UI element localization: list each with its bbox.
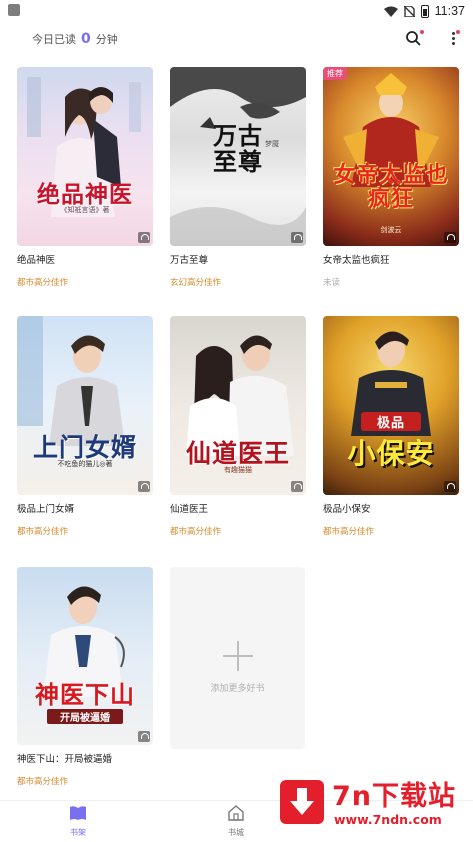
book-title: 女帝太监也疯狂	[323, 255, 390, 266]
wifi-icon	[383, 6, 398, 17]
clock: 11:37	[434, 4, 465, 18]
more-button[interactable]	[446, 30, 460, 48]
cover-author: 梦魇	[265, 140, 279, 148]
cover-art	[343, 73, 439, 187]
cover-author-top: 极品	[361, 412, 421, 431]
book-cover[interactable]: 神医下山 开局被逼婚	[17, 567, 153, 745]
book-title: 神医下山：开局被逼婚	[17, 754, 113, 765]
watermark-url: www.7ndn.com	[334, 812, 442, 827]
reading-time-suffix: 分钟	[95, 33, 118, 46]
bookshelf-icon	[70, 806, 86, 820]
nav-bookstore[interactable]: 书城	[216, 805, 256, 838]
no-sim-icon	[403, 5, 415, 17]
book-cover[interactable]: 上门女婿 不吃鱼的猫儿◎著	[17, 316, 153, 495]
book-cover[interactable]: 极品 小保安	[323, 316, 459, 495]
book-item[interactable]: 上门女婿 不吃鱼的猫儿◎著 极品上门女婿 都市高分佳作	[17, 316, 153, 537]
notification-dot	[420, 30, 424, 34]
book-item[interactable]: 女帝太监也疯狂 剑波云 推荐 女帝太监也疯狂 未读	[323, 67, 459, 288]
add-more-books-button[interactable]: 添加更多好书	[170, 567, 305, 749]
headphone-icon	[291, 232, 303, 243]
headphone-icon	[444, 481, 456, 492]
headphone-icon	[444, 232, 456, 243]
search-button[interactable]	[405, 30, 424, 48]
plus-icon	[223, 641, 253, 671]
watermark: 7n下载站 www.7ndn.com	[278, 772, 468, 830]
book-item[interactable]: 仙道医王 有趣猫猫 仙道医王 都市高分佳作	[170, 316, 306, 537]
book-cover[interactable]: 绝品神医 《知祗言语》著	[17, 67, 153, 246]
book-title: 绝品神医	[17, 255, 56, 266]
book-tag: 都市高分佳作	[170, 527, 222, 537]
book-title: 极品小保安	[323, 504, 371, 515]
cover-author: 《知祗言语》著	[60, 206, 110, 214]
reading-time-minutes: 0	[81, 31, 91, 47]
book-tag: 玄幻高分佳作	[170, 278, 222, 288]
headphone-icon	[291, 481, 303, 492]
recommend-badge: 推荐	[323, 67, 347, 80]
book-cover[interactable]: 女帝太监也疯狂 剑波云 推荐	[323, 67, 459, 246]
app-notification-icon	[8, 4, 20, 16]
book-title: 极品上门女婿	[17, 504, 75, 515]
cover-title: 神医下山	[35, 680, 135, 709]
cover-author: 剑波云	[380, 226, 402, 234]
reading-time-prefix: 今日已读	[32, 33, 76, 46]
cover-subtitle: 开局被逼婚	[47, 709, 123, 724]
notification-dot	[456, 30, 460, 34]
headphone-icon	[138, 731, 150, 742]
book-tag: 都市高分佳作	[17, 278, 69, 288]
book-item[interactable]: 绝品神医 《知祗言语》著 绝品神医 都市高分佳作	[17, 67, 153, 288]
book-tag: 都市高分佳作	[17, 527, 69, 537]
book-tag: 未读	[323, 278, 341, 288]
book-tag: 都市高分佳作	[17, 777, 69, 787]
search-icon	[406, 31, 421, 46]
add-more-books-label: 添加更多好书	[210, 684, 265, 694]
cover-title: 绝品神医	[37, 181, 133, 208]
headphone-icon	[138, 232, 150, 243]
status-bar: 11:37	[0, 0, 473, 22]
download-logo-icon	[280, 780, 324, 824]
cover-title: 小保安	[347, 437, 435, 470]
nav-bookshelf-label: 书架	[70, 828, 86, 837]
headphone-icon	[138, 481, 150, 492]
cover-art	[27, 77, 141, 217]
header: 今日已读 0 分钟	[0, 26, 473, 52]
home-icon	[228, 805, 244, 821]
book-tag: 都市高分佳作	[323, 527, 375, 537]
book-item[interactable]: 万古至尊 梦魇 万古至尊 玄幻高分佳作	[170, 67, 306, 288]
book-cover[interactable]: 仙道医王 有趣猫猫	[170, 316, 306, 495]
cover-author: 不吃鱼的猫儿◎著	[57, 460, 113, 468]
cover-title: 女帝太监也疯狂	[333, 162, 449, 212]
cover-title: 万古至尊	[213, 121, 263, 176]
watermark-title: 7n下载站	[332, 781, 457, 812]
cover-author: 有趣猫猫	[224, 466, 252, 474]
book-cover[interactable]: 万古至尊 梦魇	[170, 67, 306, 246]
status-icons: 11:37	[383, 2, 465, 20]
nav-bookshelf[interactable]: 书架	[58, 805, 98, 838]
book-item[interactable]: 极品 小保安 极品小保安 都市高分佳作	[323, 316, 459, 537]
battery-icon	[420, 4, 429, 18]
book-title: 仙道医王	[170, 504, 209, 515]
nav-bookstore-label: 书城	[228, 828, 244, 837]
book-title: 万古至尊	[170, 255, 209, 266]
reading-time: 今日已读 0 分钟	[32, 31, 118, 47]
book-item[interactable]: 神医下山 开局被逼婚 神医下山：开局被逼婚 都市高分佳作	[17, 567, 153, 787]
